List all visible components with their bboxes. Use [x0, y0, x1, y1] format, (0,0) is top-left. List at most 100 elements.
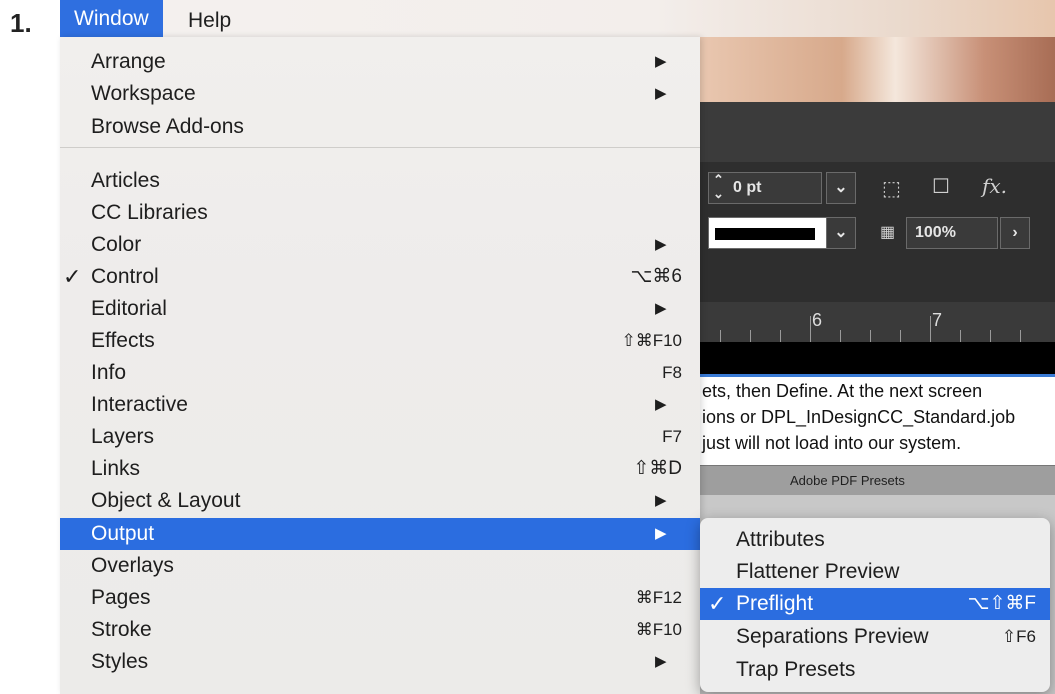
submenu-item-separations-preview[interactable]: Separations Preview ⇧F6	[700, 621, 1050, 653]
opacity-field[interactable]: 100%	[906, 217, 998, 249]
document-text-line: ets, then Define. At the next screen	[702, 381, 983, 401]
submenu-item-shortcut: ⌥⇧⌘F	[967, 593, 1036, 614]
stroke-color-swatch[interactable]	[708, 217, 830, 249]
submenu-item-label: Preflight	[736, 592, 814, 615]
menu-item-editorial[interactable]: Editorial ▶	[60, 293, 700, 325]
menu-separator	[60, 147, 700, 148]
submenu-item-flattener-preview[interactable]: Flattener Preview	[700, 556, 1050, 588]
menu-item-browse-add-ons[interactable]: Browse Add-ons	[60, 111, 700, 143]
stroke-type-dropdown[interactable]: ⌄	[826, 217, 856, 249]
stroke-weight-dropdown[interactable]: ⌄	[826, 172, 856, 204]
menu-item-pages[interactable]: Pages ⌘F12	[60, 582, 700, 614]
submenu-arrow-icon: ▶	[655, 492, 667, 509]
stepper-arrows-icon: ⌃ ⌄	[713, 172, 724, 201]
menu-item-label: Stroke	[91, 618, 152, 641]
chevron-right-icon: ›	[1012, 224, 1018, 241]
menu-item-cc-libraries[interactable]: CC Libraries	[60, 197, 700, 229]
menu-item-label: Effects	[91, 329, 155, 352]
menu-item-arrange[interactable]: Arrange ▶	[60, 46, 700, 78]
stroke-weight-value: 0 pt	[733, 179, 762, 196]
ruler-tick	[930, 316, 931, 342]
menu-item-shortcut: ⇧⌘D	[633, 458, 682, 479]
menu-item-stroke[interactable]: Stroke ⌘F10	[60, 614, 700, 646]
fx-icon[interactable]: fx.	[982, 174, 1007, 198]
submenu-item-attributes[interactable]: Attributes	[700, 524, 1050, 556]
submenu-item-shortcut: ⇧F6	[1001, 627, 1036, 646]
submenu-item-label: Flattener Preview	[736, 560, 900, 583]
ruler-tick	[1020, 330, 1021, 342]
menu-item-label: Layers	[91, 425, 155, 448]
menu-item-label: Arrange	[91, 50, 166, 73]
menu-item-effects[interactable]: Effects ⇧⌘F10	[60, 325, 700, 357]
ruler-tick	[810, 316, 811, 342]
menu-item-interactive[interactable]: Interactive ▶	[60, 389, 700, 421]
checkmark-icon: ✓	[708, 591, 727, 616]
menu-item-workspace[interactable]: Workspace ▶	[60, 78, 700, 110]
menubar-help[interactable]: Help	[174, 4, 245, 37]
window-menu: Arrange ▶ Workspace ▶ Browse Add-ons Articles…	[60, 37, 700, 694]
ruler-number: 6	[812, 310, 823, 330]
submenu-arrow-icon: ▶	[655, 396, 667, 413]
menu-item-overlays[interactable]: Overlays	[60, 550, 700, 582]
menu-item-object-and-layout[interactable]: Object & Layout ▶	[60, 485, 700, 517]
ruler-tick	[990, 330, 991, 342]
ruler-tick	[900, 330, 901, 342]
menu-item-label: Editorial	[91, 297, 167, 320]
menu-item-layers[interactable]: Layers F7	[60, 421, 700, 453]
menu-item-info[interactable]: Info F8	[60, 357, 700, 389]
submenu-item-preflight[interactable]: ✓ Preflight ⌥⇧⌘F	[700, 588, 1050, 620]
menu-item-label: Info	[91, 361, 127, 384]
menu-item-styles[interactable]: Styles ▶	[60, 646, 700, 678]
menu-item-label: Workspace	[91, 82, 196, 105]
submenu-arrow-icon: ▶	[655, 300, 667, 317]
menu-item-label: Control	[91, 265, 159, 288]
document-text-line: just will not load into our system.	[702, 433, 962, 453]
menu-item-links[interactable]: Links ⇧⌘D	[60, 453, 700, 485]
menu-item-articles[interactable]: Articles	[60, 165, 700, 197]
menu-item-label: Output	[91, 522, 155, 545]
menu-item-shortcut: F7	[662, 427, 682, 446]
stroke-weight-stepper[interactable]: ⌃ ⌄ 0 pt	[708, 172, 822, 204]
menu-item-label: CC Libraries	[91, 201, 208, 224]
opacity-arrow-button[interactable]: ›	[1000, 217, 1030, 249]
step-number: 1.	[10, 8, 32, 38]
document-text-line: ions or DPL_InDesignCC_Standard.job	[702, 407, 1016, 427]
ruler-tick	[840, 330, 841, 342]
background-photo	[700, 37, 1055, 102]
chevron-down-icon: ⌄	[834, 224, 848, 241]
submenu-arrow-icon: ▶	[655, 85, 667, 102]
app-toolbar-area	[700, 102, 1055, 162]
submenu-item-label: Trap Presets	[736, 658, 856, 681]
menu-item-shortcut: ⇧⌘F10	[621, 331, 682, 350]
ruler-number: 7	[932, 310, 943, 330]
ruler-tick	[960, 330, 961, 342]
menu-item-label: Object & Layout	[91, 489, 241, 512]
submenu-item-trap-presets[interactable]: Trap Presets	[700, 654, 1050, 686]
menu-item-label: Pages	[91, 586, 151, 609]
submenu-item-label: Separations Preview	[736, 625, 929, 648]
menu-item-label: Styles	[91, 650, 149, 673]
checkmark-icon: ✓	[63, 264, 82, 289]
menu-item-output[interactable]: Output ▶	[60, 518, 700, 550]
document-text-frame[interactable]: ets, then Define. At the next screen ion…	[700, 377, 1055, 465]
submenu-arrow-icon: ▶	[655, 525, 667, 542]
horizontal-ruler: 6 7	[700, 302, 1055, 343]
menu-item-color[interactable]: Color ▶	[60, 229, 700, 261]
submenu-arrow-icon: ▶	[655, 53, 667, 70]
menubar-window[interactable]: Window	[60, 0, 163, 37]
opacity-icon: ▦	[880, 224, 896, 241]
menu-item-shortcut: ⌘F10	[635, 620, 682, 639]
pdf-presets-title: Adobe PDF Presets	[790, 473, 905, 488]
submenu-arrow-icon: ▶	[655, 653, 667, 670]
stroke-box-icon[interactable]: ☐	[932, 174, 950, 199]
ruler-tick	[870, 330, 871, 342]
menu-item-control[interactable]: ✓ Control ⌥⌘6	[60, 261, 700, 293]
menu-item-label: Overlays	[91, 554, 174, 577]
menu-item-label: Browse Add-ons	[91, 115, 244, 138]
document-black-band	[700, 342, 1055, 374]
ruler-tick	[780, 330, 781, 342]
chevron-down-icon: ⌄	[834, 179, 848, 196]
menu-item-label: Color	[91, 233, 142, 256]
pdf-presets-dialog-titlebar: Adobe PDF Presets	[700, 465, 1055, 496]
frame-fitting-icon[interactable]: ⬚	[882, 176, 901, 201]
